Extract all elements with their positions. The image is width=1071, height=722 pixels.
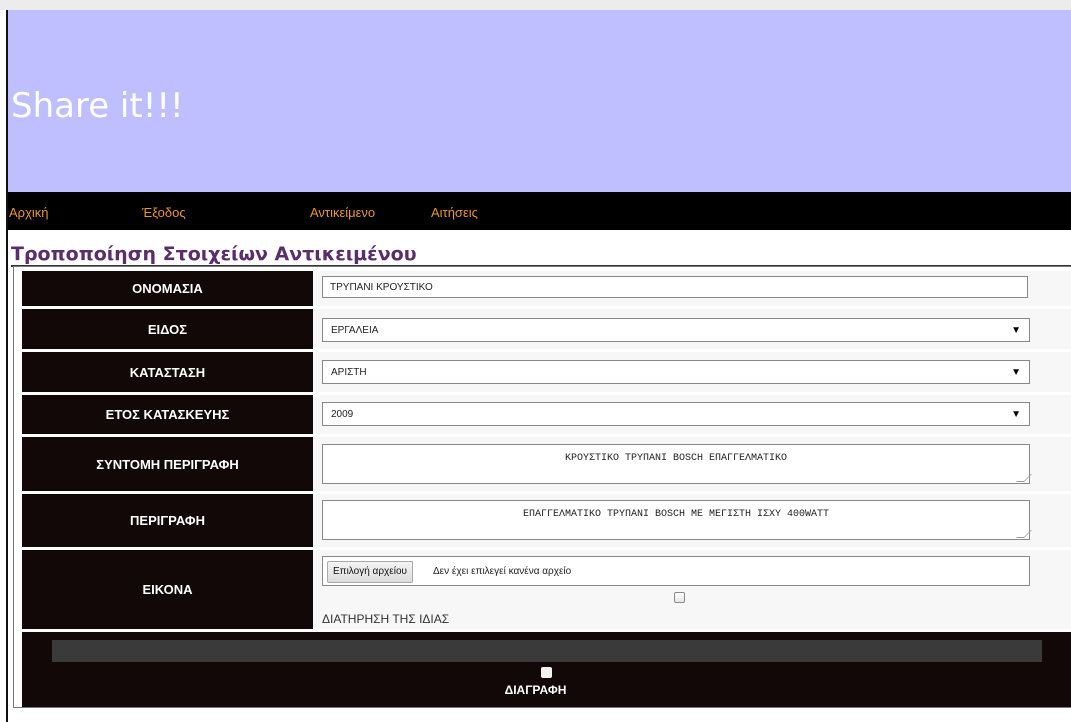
- keep-image-checkbox[interactable]: [674, 592, 685, 603]
- desc-text: ΕΠΑΓΓΕΛΜΑΤΙΚΟ ΤΡΥΠΑΝΙ BOSCH ΜΕ ΜΕΓΙΣΤΗ Ι…: [522, 509, 830, 520]
- type-select-value: ΕΡΓΑΛΕΙΑ: [331, 325, 379, 336]
- condition-select[interactable]: ΑΡΙΣΤΗ ▼: [322, 360, 1030, 384]
- keep-image-label: ΔΙΑΤΗΡΗΣΗ ΤΗΣ ΙΔΙΑΣ: [322, 612, 450, 626]
- choose-file-button[interactable]: Επιλογή αρχείου: [327, 561, 413, 583]
- condition-label: ΚΑΤΑΣΤΑΣΗ: [22, 352, 313, 392]
- nav-requests-link[interactable]: Αιτήσεις: [431, 205, 478, 220]
- delete-label: ΔΙΑΓΡΑΦΗ: [504, 683, 567, 697]
- condition-select-value: ΑΡΙΣΤΗ: [331, 367, 367, 378]
- short-desc-text: ΚΡΟΥΣΤΙΚΟ ΤΡΥΠΑΝΙ BOSCH ΕΠΑΓΓΕΛΜΑΤΙΚΟ: [564, 453, 788, 464]
- desc-label: ΠΕΡΙΓΡΑΦΗ: [22, 494, 313, 547]
- page-title: Τροποποίηση Στοιχείων Αντικειμένου: [11, 243, 417, 265]
- file-status-text: Δεν έχει επιλεγεί κανένα αρχείο: [433, 566, 572, 577]
- chevron-down-icon: ▼: [1011, 409, 1021, 420]
- type-select[interactable]: ΕΡΓΑΛΕΙΑ ▼: [322, 318, 1030, 342]
- chevron-down-icon: ▼: [1011, 367, 1021, 378]
- nav-item-link[interactable]: Αντικείμενο: [310, 205, 375, 220]
- nav-home-link[interactable]: Αρχική: [9, 205, 49, 220]
- name-label: ΟΝΟΜΑΣΙΑ: [22, 271, 313, 306]
- nav-logout-link[interactable]: Έξοδος: [142, 205, 186, 220]
- short-desc-textarea[interactable]: ΚΡΟΥΣΤΙΚΟ ΤΡΥΠΑΝΙ BOSCH ΕΠΑΓΓΕΛΜΑΤΙΚΟ: [322, 444, 1032, 484]
- site-header: Share it!!!: [8, 10, 1071, 192]
- file-input: Επιλογή αρχείου Δεν έχει επιλεγεί κανένα…: [322, 556, 1030, 586]
- nav-bar: Αρχική Έξοδος Αντικείμενο Αιτήσεις: [8, 192, 1071, 230]
- desc-textarea[interactable]: ΕΠΑΓΓΕΛΜΑΤΙΚΟ ΤΡΥΠΑΝΙ BOSCH ΜΕ ΜΕΓΙΣΤΗ Ι…: [322, 500, 1032, 540]
- browser-top-strip: [0, 0, 1071, 10]
- resize-handle-icon[interactable]: [1016, 474, 1032, 482]
- year-select-value: 2009: [331, 409, 354, 420]
- chevron-down-icon: ▼: [1011, 325, 1021, 336]
- short-desc-label: ΣΥΝΤΟΜΗ ΠΕΡΙΓΡΑΦΗ: [22, 437, 313, 491]
- resize-handle-icon[interactable]: [1016, 530, 1032, 538]
- name-input[interactable]: ΤΡΥΠΑΝΙ ΚΡΟΥΣΤΙΚΟ: [322, 276, 1028, 298]
- type-label: ΕΙΔΟΣ: [22, 309, 313, 349]
- site-title: Share it!!!: [11, 86, 184, 126]
- image-label: ΕΙΚΟΝΑ: [22, 550, 313, 629]
- delete-bar-strip: [52, 640, 1042, 662]
- delete-checkbox[interactable]: [541, 667, 552, 678]
- year-select[interactable]: 2009 ▼: [322, 402, 1030, 426]
- year-label: ΕΤΟΣ ΚΑΤΑΣΚΕΥΗΣ: [22, 395, 313, 434]
